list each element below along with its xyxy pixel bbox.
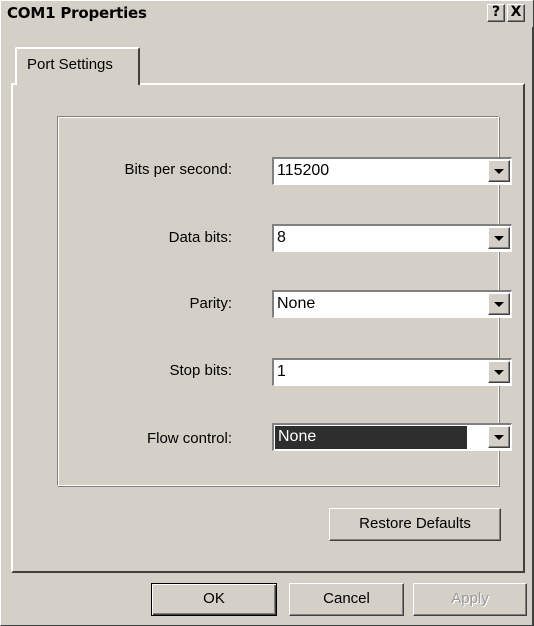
- help-button[interactable]: ?: [487, 4, 505, 22]
- data-bits-select[interactable]: 8: [272, 224, 512, 252]
- stop-bits-label: Stop bits:: [169, 362, 232, 379]
- parity-select[interactable]: None: [272, 290, 512, 318]
- title-bar[interactable]: COM1 Properties ? X: [1, 1, 533, 27]
- close-icon: X: [510, 4, 522, 20]
- tab-label: Port Settings: [27, 56, 113, 73]
- parity-label: Parity:: [189, 295, 232, 312]
- bits-per-second-select[interactable]: 115200: [272, 157, 512, 185]
- flow-control-label: Flow control:: [146, 430, 232, 447]
- chevron-down-icon[interactable]: [488, 293, 510, 315]
- tab-port-settings[interactable]: Port Settings: [15, 47, 140, 85]
- cancel-button[interactable]: Cancel: [289, 583, 404, 616]
- flow-control-select[interactable]: None: [272, 423, 512, 451]
- flow-control-value: None: [275, 426, 467, 449]
- tab-panel-port-settings: Bits per second: 115200 Data bits: 8 Par…: [11, 83, 525, 573]
- window-title: COM1 Properties: [7, 4, 147, 22]
- parity-value: None: [277, 295, 316, 312]
- bits-per-second-value: 115200: [277, 162, 330, 179]
- bits-per-second-label: Bits per second:: [124, 161, 232, 178]
- stop-bits-value: 1: [277, 363, 286, 380]
- data-bits-label: Data bits:: [168, 229, 232, 246]
- data-bits-value: 8: [277, 229, 286, 246]
- chevron-down-icon[interactable]: [488, 426, 510, 448]
- ok-button[interactable]: OK: [151, 583, 277, 616]
- stop-bits-select[interactable]: 1: [272, 358, 512, 386]
- apply-button[interactable]: Apply: [413, 583, 527, 616]
- properties-dialog: COM1 Properties ? X Port Settings Bits p…: [0, 0, 534, 626]
- restore-defaults-button[interactable]: Restore Defaults: [329, 508, 501, 541]
- port-settings-group: Bits per second: 115200 Data bits: 8 Par…: [57, 116, 512, 486]
- question-icon: ?: [491, 4, 501, 20]
- chevron-down-icon[interactable]: [488, 361, 510, 383]
- chevron-down-icon[interactable]: [488, 160, 510, 182]
- chevron-down-icon[interactable]: [488, 227, 510, 249]
- close-button[interactable]: X: [507, 4, 525, 22]
